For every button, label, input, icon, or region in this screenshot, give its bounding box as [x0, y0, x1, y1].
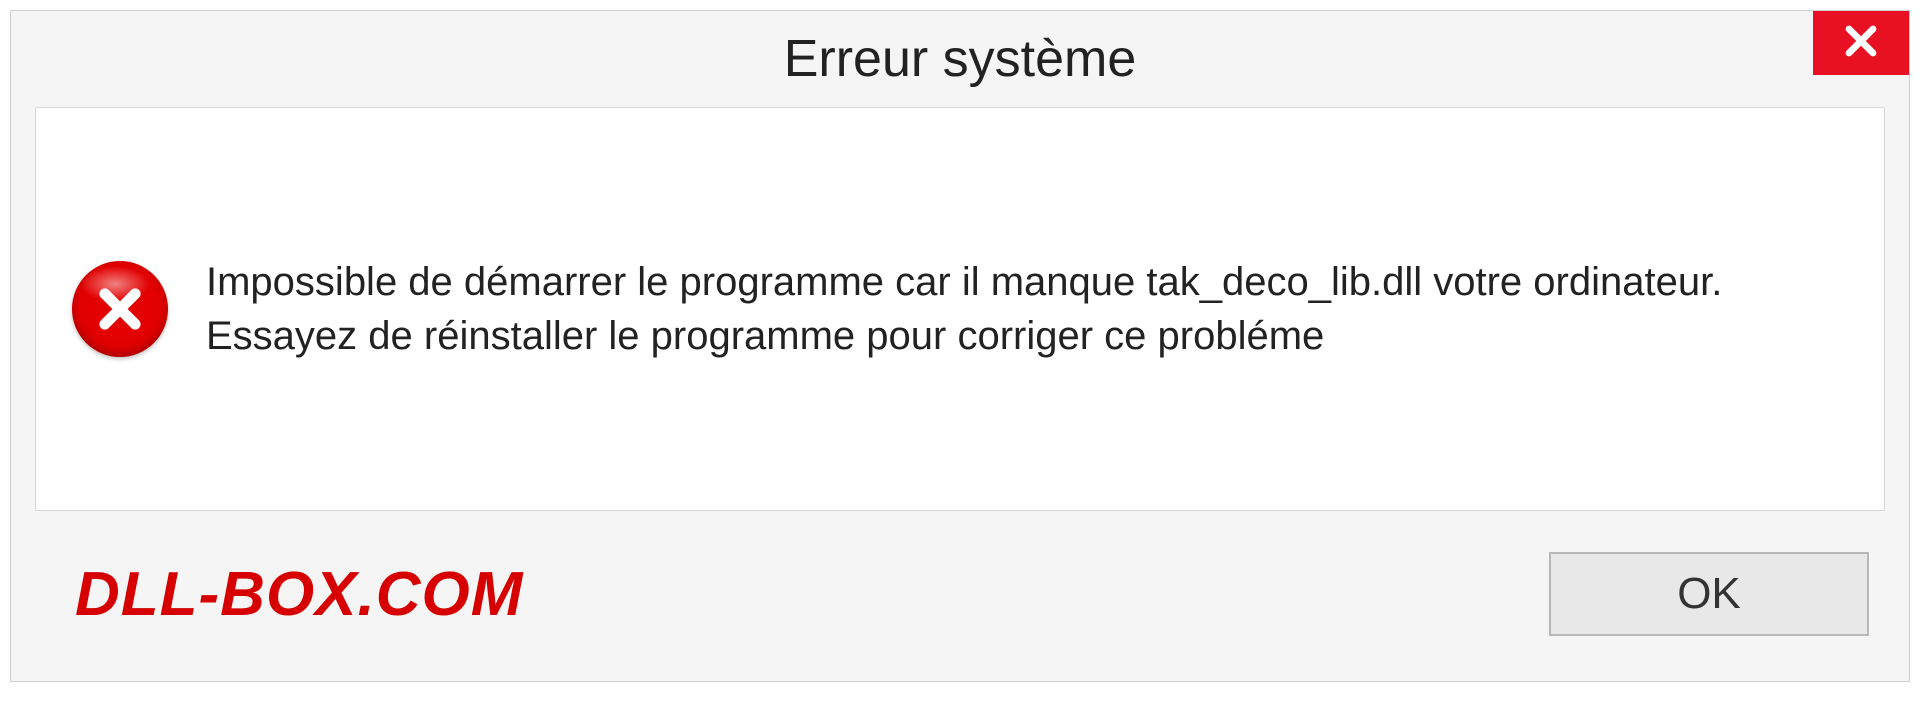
- close-button[interactable]: [1813, 11, 1909, 75]
- title-bar: Erreur système: [11, 11, 1909, 107]
- branding-text: DLL-BOX.COM: [75, 559, 523, 630]
- error-message: Impossible de démarrer le programme car …: [206, 255, 1848, 363]
- error-dialog: Erreur système Impossible de démarrer le…: [10, 10, 1910, 682]
- close-icon: [1843, 23, 1879, 64]
- dialog-title: Erreur système: [784, 29, 1137, 89]
- content-panel: Impossible de démarrer le programme car …: [35, 107, 1885, 511]
- ok-button[interactable]: OK: [1549, 552, 1869, 636]
- ok-button-label: OK: [1677, 569, 1741, 619]
- error-icon: [72, 261, 168, 357]
- dialog-footer: DLL-BOX.COM OK: [11, 511, 1909, 677]
